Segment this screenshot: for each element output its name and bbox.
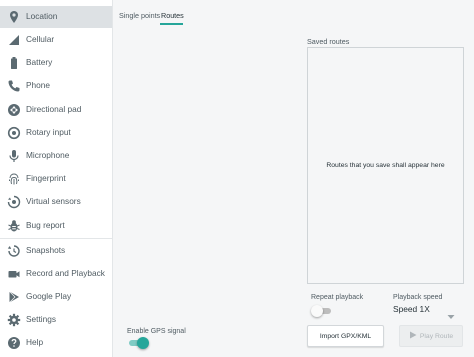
- tab-routes[interactable]: Routes: [161, 11, 184, 20]
- sidebar-item-directional-pad[interactable]: Directional pad: [0, 99, 112, 121]
- fingerprint-icon: [7, 172, 21, 186]
- sidebar-item-label: Cellular: [26, 34, 55, 44]
- location-pin-icon: [7, 10, 21, 24]
- playback-speed-value: Speed 1X: [393, 304, 430, 314]
- toggle-knob: [137, 337, 149, 349]
- sidebar-item-label: Location: [26, 11, 58, 21]
- dpad-icon: [7, 103, 21, 117]
- sidebar-item-label: Virtual sensors: [26, 196, 81, 206]
- sidebar-item-snapshots[interactable]: Snapshots: [0, 240, 112, 262]
- sidebar-item-rotary-input[interactable]: Rotary input: [0, 122, 112, 144]
- sidebar-item-cellular[interactable]: Cellular: [0, 29, 112, 51]
- playback-speed-label: Playback speed: [393, 294, 443, 301]
- rotary-dial-icon: [7, 126, 21, 140]
- sidebar-divider: [0, 238, 112, 239]
- virtual-sensors-icon: [7, 195, 21, 209]
- video-camera-icon: [7, 267, 21, 281]
- chevron-down-icon: [447, 307, 455, 319]
- repeat-playback-toggle[interactable]: [311, 305, 333, 317]
- sidebar-item-microphone[interactable]: Microphone: [0, 145, 112, 167]
- sidebar-item-bug-report[interactable]: Bug report: [0, 215, 112, 237]
- playback-speed-select[interactable]: Speed 1X: [393, 303, 455, 319]
- sidebar-item-label: Phone: [26, 80, 50, 90]
- sidebar-item-fingerprint[interactable]: Fingerprint: [0, 168, 112, 190]
- sidebar-item-settings[interactable]: Settings: [0, 309, 112, 331]
- enable-gps-toggle[interactable]: [127, 337, 149, 349]
- sidebar-item-location[interactable]: Location: [0, 6, 112, 28]
- sidebar-item-label: Directional pad: [26, 104, 82, 114]
- sidebar-item-google-play[interactable]: Google Play: [0, 286, 112, 308]
- enable-gps-label: Enable GPS signal: [127, 328, 186, 335]
- bug-icon: [7, 219, 21, 233]
- sidebar-item-phone[interactable]: Phone: [0, 75, 112, 97]
- active-tab-indicator: [160, 23, 183, 25]
- battery-icon: [7, 56, 21, 70]
- sidebar-item-label: Settings: [26, 314, 56, 324]
- sidebar-item-record-and-playback[interactable]: Record and Playback: [0, 263, 112, 285]
- play-route-button[interactable]: Play Route: [399, 325, 463, 347]
- import-button-label: Import GPX/KML: [319, 332, 372, 340]
- sidebar-item-battery[interactable]: Battery: [0, 52, 112, 74]
- sidebar-item-label: Snapshots: [26, 245, 66, 255]
- sidebar-item-help[interactable]: Help: [0, 332, 112, 354]
- tab-single-points[interactable]: Single points: [119, 11, 160, 20]
- sidebar-item-label: Rotary input: [26, 127, 71, 137]
- help-icon: [7, 336, 21, 350]
- play-icon: [409, 331, 420, 341]
- sidebar-item-label: Bug report: [26, 220, 65, 230]
- cellular-signal-icon: [7, 33, 21, 47]
- sidebar-item-label: Microphone: [26, 150, 70, 160]
- sidebar-item-label: Help: [26, 337, 44, 347]
- saved-routes-title: Saved routes: [307, 37, 350, 46]
- gear-icon: [7, 313, 21, 327]
- sidebar-item-label: Fingerprint: [26, 173, 66, 183]
- saved-routes-list[interactable]: Routes that you save shall appear here: [307, 47, 464, 284]
- sidebar-item-virtual-sensors[interactable]: Virtual sensors: [0, 191, 112, 213]
- sidebar-item-label: Battery: [26, 57, 53, 67]
- play-button-label: Play Route: [419, 332, 454, 340]
- microphone-icon: [7, 149, 21, 163]
- saved-routes-empty-message: Routes that you save shall appear here: [326, 162, 445, 169]
- sidebar-item-label: Record and Playback: [26, 268, 105, 278]
- repeat-playback-label: Repeat playback: [311, 294, 364, 301]
- import-gpx-kml-button[interactable]: Import GPX/KML: [307, 325, 384, 347]
- google-play-icon: [7, 290, 21, 304]
- toggle-knob: [311, 305, 323, 317]
- sidebar: Location Cellular Battery Phone Directio…: [0, 0, 113, 357]
- snapshots-icon: [7, 244, 21, 258]
- phone-icon: [7, 79, 21, 93]
- sidebar-item-label: Google Play: [26, 291, 72, 301]
